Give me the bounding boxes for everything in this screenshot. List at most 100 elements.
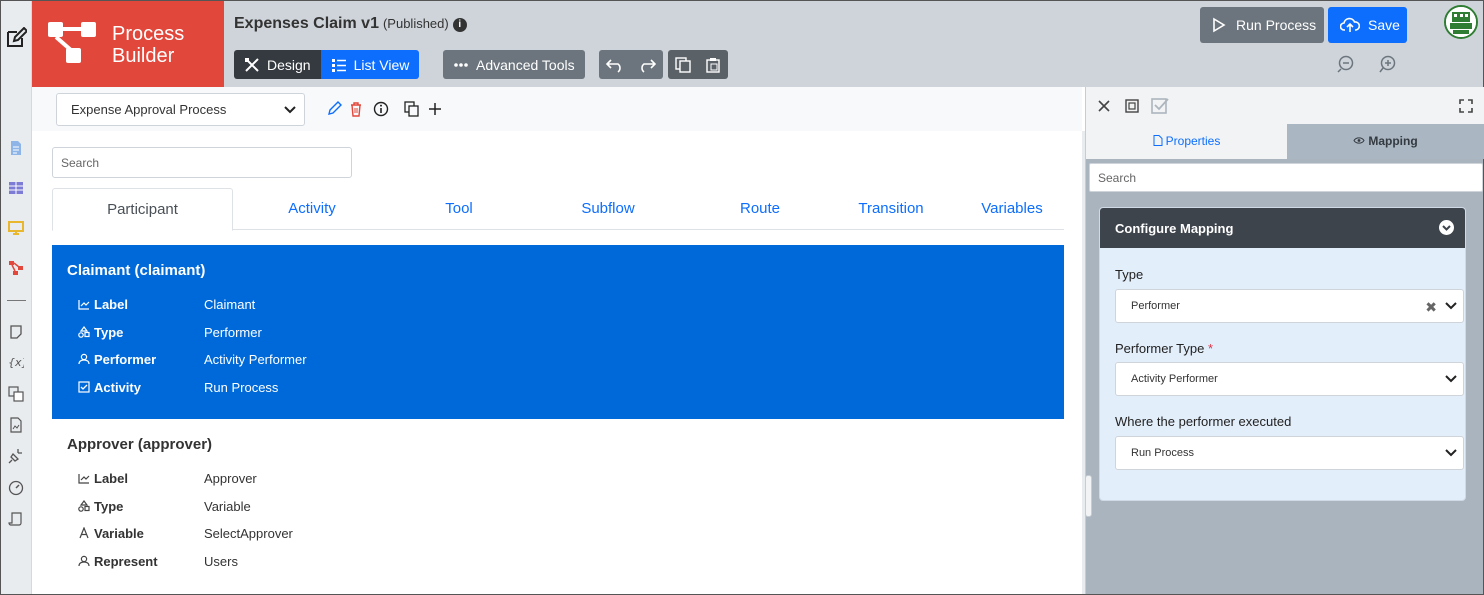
page-title: Expenses Claim v1 (Published) i — [234, 15, 467, 33]
performer-type-select[interactable]: Activity Performer — [1115, 362, 1464, 396]
panel-resize-handle[interactable] — [1085, 475, 1092, 517]
undo-button[interactable] — [599, 50, 631, 79]
file-image-icon[interactable] — [8, 417, 24, 433]
field-row: Label Claimant — [78, 296, 255, 312]
tab-participant[interactable]: Participant — [52, 188, 233, 231]
table-icon[interactable] — [8, 180, 24, 196]
performer-type-label: Performer Type * — [1115, 341, 1213, 356]
performer-type-label-text: Performer Type — [1115, 341, 1205, 356]
tab-mapping-label: Mapping — [1368, 134, 1418, 148]
plug-icon[interactable] — [8, 448, 24, 464]
copy-icon — [675, 56, 691, 73]
eye-icon — [1353, 137, 1365, 144]
redo-button[interactable] — [631, 50, 663, 79]
copy-button[interactable] — [668, 50, 698, 79]
tab-mapping[interactable]: Mapping — [1287, 124, 1484, 159]
panel-toolbar — [1086, 87, 1484, 124]
panel-search-input[interactable]: Search — [1089, 163, 1483, 192]
participant-card-approver[interactable]: Approver (approver) Label Approver Type Va… — [52, 419, 1064, 594]
gauge-icon[interactable] — [8, 480, 24, 496]
properties-panel: Properties Mapping Search Configure Mapp… — [1085, 87, 1484, 594]
tab-properties-label: Properties — [1165, 134, 1221, 148]
field-value: Claimant — [204, 296, 256, 312]
zoom-out-icon[interactable] — [1337, 54, 1357, 74]
translate-icon[interactable] — [8, 386, 24, 402]
search-placeholder: Search — [61, 156, 100, 170]
field-value: Run Process — [204, 379, 279, 395]
avatar[interactable] — [1444, 5, 1478, 39]
expand-icon[interactable] — [1458, 98, 1474, 114]
process-title: Expenses Claim v1 — [234, 15, 379, 32]
zoom-in-icon[interactable] — [1377, 54, 1397, 74]
chevron-down-circle-icon[interactable] — [1439, 220, 1454, 235]
paste-button[interactable] — [698, 50, 728, 79]
brand-line-2: Builder — [112, 45, 175, 67]
left-sidebar: {x} — [1, 1, 32, 594]
participant-title: Claimant (claimant) — [67, 262, 206, 279]
process-select[interactable]: Expense Approval Process — [56, 93, 305, 126]
tab-activity[interactable]: Activity — [252, 188, 372, 230]
tab-tool[interactable]: Tool — [409, 188, 509, 230]
variable-icon[interactable]: {x} — [8, 354, 24, 370]
run-process-button[interactable]: Run Process — [1200, 7, 1324, 43]
chevron-down-icon — [1445, 375, 1457, 383]
participant-card-claimant[interactable]: Claimant (claimant) Label Claimant Type Pe… — [52, 245, 1064, 419]
duplicate-icon[interactable] — [404, 101, 420, 117]
brand[interactable]: Process Builder — [32, 1, 224, 87]
panel-search-placeholder: Search — [1098, 171, 1137, 185]
type-select[interactable]: Performer ✖ — [1115, 289, 1464, 323]
svg-text:{x}: {x} — [8, 356, 24, 369]
where-executed-value: Run Process — [1131, 447, 1194, 459]
info-circle-icon[interactable] — [373, 101, 389, 117]
note-icon[interactable] — [8, 324, 24, 340]
tab-transition[interactable]: Transition — [841, 188, 941, 230]
where-executed-select[interactable]: Run Process — [1115, 436, 1464, 470]
performer-type-value: Activity Performer — [1131, 373, 1218, 385]
panel-tabs: Properties Mapping — [1086, 124, 1484, 159]
card-title: Configure Mapping — [1115, 221, 1234, 236]
advanced-tools-button[interactable]: Advanced Tools — [443, 50, 585, 79]
card-header[interactable]: Configure Mapping — [1100, 208, 1465, 248]
edit-icon[interactable] — [5, 27, 27, 49]
tab-route[interactable]: Route — [710, 188, 810, 230]
type-icon — [78, 326, 90, 338]
tab-subflow[interactable]: Subflow — [558, 188, 658, 230]
monitor-icon[interactable] — [8, 220, 24, 236]
trash-icon[interactable] — [348, 101, 364, 117]
checkbox-done-icon[interactable] — [1150, 96, 1170, 116]
save-button[interactable]: Save — [1328, 7, 1407, 43]
type-label: Type — [1115, 267, 1144, 282]
field-row: Performer Activity Performer — [78, 351, 307, 367]
user-avatar-icon — [1446, 7, 1476, 37]
type-select-value: Performer — [1131, 300, 1180, 312]
label-icon — [78, 474, 90, 484]
close-icon[interactable] — [1096, 98, 1112, 114]
pencil-icon[interactable] — [326, 101, 342, 117]
document-icon[interactable] — [8, 140, 24, 156]
tab-properties[interactable]: Properties — [1086, 124, 1287, 159]
type-icon — [78, 500, 90, 512]
design-button[interactable]: Design — [234, 50, 321, 79]
element-tabs: Participant Activity Tool Subflow Route … — [52, 188, 1064, 231]
info-icon[interactable]: i — [452, 18, 467, 32]
ellipsis-icon — [454, 62, 468, 67]
process-icon[interactable] — [8, 260, 24, 276]
list-view-label: List View — [353, 56, 410, 73]
user-icon — [78, 353, 90, 365]
search-input[interactable]: Search — [52, 147, 352, 178]
font-icon — [79, 527, 89, 539]
list-view-button[interactable]: List View — [320, 50, 420, 79]
main-area: Expense Approval Process Search Particip… — [32, 87, 1082, 594]
scroll-icon[interactable] — [8, 511, 24, 527]
where-executed-label: Where the performer executed — [1115, 414, 1292, 429]
field-row: Type Performer — [78, 324, 262, 340]
window-icon[interactable] — [1124, 98, 1140, 114]
plus-icon[interactable] — [427, 101, 443, 117]
clear-icon[interactable]: ✖ — [1425, 299, 1437, 316]
tab-variables[interactable]: Variables — [962, 188, 1062, 230]
chevron-down-icon — [284, 106, 296, 114]
play-icon — [1213, 17, 1226, 33]
field-value: Users — [204, 553, 238, 569]
clipboard-group — [668, 50, 728, 79]
advanced-tools-group: Advanced Tools — [443, 50, 585, 79]
